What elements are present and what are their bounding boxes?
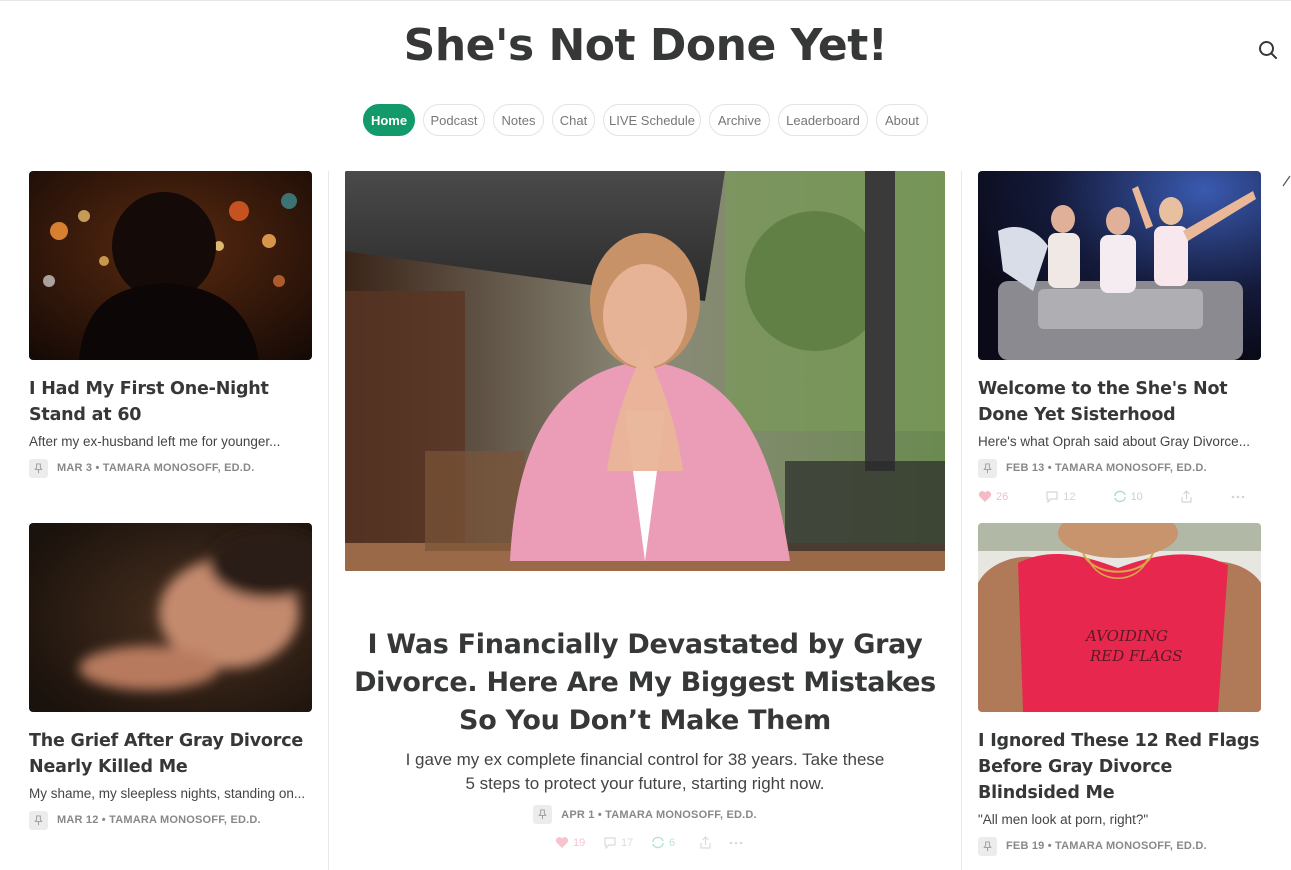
comment-button[interactable]: 12 xyxy=(1045,490,1112,503)
post-title[interactable]: The Grief After Gray Divorce Nearly Kill… xyxy=(29,728,312,780)
pin-icon xyxy=(978,458,997,478)
comment-count: 17 xyxy=(621,836,634,849)
post-card[interactable]: The Grief After Gray Divorce Nearly Kill… xyxy=(29,523,312,830)
like-count: 26 xyxy=(996,490,1009,503)
post-title[interactable]: I Had My First One-Night Stand at 60 xyxy=(29,376,312,428)
post-subtitle: My shame, my sleepless nights, standing … xyxy=(29,786,306,801)
post-thumbnail[interactable] xyxy=(29,171,312,360)
post-date-author: FEB 13 • TAMARA MONOSOFF, ED.D. xyxy=(1006,462,1207,474)
comment-icon xyxy=(604,837,616,849)
featured-actions: 19 17 6 xyxy=(555,836,759,849)
post-meta: FEB 19 • TAMARA MONOSOFF, ED.D. xyxy=(978,836,1261,856)
pin-icon xyxy=(29,458,48,478)
more-button[interactable] xyxy=(1231,495,1261,499)
nav-about[interactable]: About xyxy=(876,104,928,136)
post-card[interactable]: I Had My First One-Night Stand at 60 Aft… xyxy=(29,171,312,478)
main-nav: Home Podcast Notes Chat LIVE Schedule Ar… xyxy=(0,104,1291,136)
shirt-text-line-2: RED FLAGS xyxy=(1089,647,1183,665)
post-title[interactable]: I Ignored These 12 Red Flags Before Gray… xyxy=(978,728,1261,806)
column-divider-right xyxy=(961,171,962,870)
pin-icon xyxy=(29,810,48,830)
more-button[interactable] xyxy=(729,836,759,849)
comment-count: 12 xyxy=(1063,490,1076,503)
post-title[interactable]: Welcome to the She's Not Done Yet Sister… xyxy=(978,376,1261,428)
like-count: 19 xyxy=(573,836,586,849)
post-date-author: FEB 19 • TAMARA MONOSOFF, ED.D. xyxy=(1006,840,1207,852)
shirt-text-line-1: AVOIDING xyxy=(1084,627,1168,645)
post-subtitle: After my ex-husband left me for younger.… xyxy=(29,434,281,449)
post-thumbnail[interactable] xyxy=(29,523,312,712)
post-meta: MAR 12 • TAMARA MONOSOFF, ED.D. xyxy=(29,810,312,830)
post-meta: MAR 3 • TAMARA MONOSOFF, ED.D. xyxy=(29,458,312,478)
like-button[interactable]: 26 xyxy=(978,490,1045,503)
share-button[interactable] xyxy=(699,836,729,849)
post-card[interactable]: Welcome to the She's Not Done Yet Sister… xyxy=(978,171,1261,503)
featured-title[interactable]: I Was Financially Devastated by Gray Div… xyxy=(345,626,945,740)
more-icon xyxy=(1231,495,1245,498)
like-button[interactable]: 19 xyxy=(555,836,603,849)
nav-notes[interactable]: Notes xyxy=(493,104,544,136)
nav-live-schedule[interactable]: LIVE Schedule xyxy=(603,104,701,136)
restack-button[interactable]: 10 xyxy=(1113,490,1180,503)
heart-icon xyxy=(978,491,992,502)
share-button[interactable] xyxy=(1180,490,1231,503)
featured-image[interactable] xyxy=(345,171,945,571)
column-divider-left xyxy=(328,171,329,870)
featured-subtitle: I gave my ex complete financial control … xyxy=(405,750,885,793)
featured-date-author: APR 1 • TAMARA MONOSOFF, ED.D. xyxy=(561,808,757,821)
nav-archive[interactable]: Archive xyxy=(709,104,770,136)
pin-icon xyxy=(533,805,553,824)
post-card[interactable]: AVOIDING RED FLAGS I Ignored These 12 Re… xyxy=(978,523,1261,856)
comment-icon xyxy=(1046,491,1058,503)
featured-meta: APR 1 • TAMARA MONOSOFF, ED.D. xyxy=(345,805,945,824)
nav-leaderboard[interactable]: Leaderboard xyxy=(778,104,868,136)
post-actions: 26 12 10 xyxy=(978,490,1261,503)
heart-icon xyxy=(555,837,569,848)
nav-podcast[interactable]: Podcast xyxy=(423,104,485,136)
post-subtitle: Here's what Oprah said about Gray Divorc… xyxy=(978,434,1250,449)
post-meta: FEB 13 • TAMARA MONOSOFF, ED.D. xyxy=(978,458,1261,478)
post-thumbnail[interactable]: AVOIDING RED FLAGS xyxy=(978,523,1261,712)
site-title[interactable]: She's Not Done Yet! xyxy=(0,20,1291,71)
restack-icon xyxy=(652,836,664,849)
edge-decoration xyxy=(1282,172,1291,188)
nav-home[interactable]: Home xyxy=(363,104,415,136)
share-icon xyxy=(1181,490,1192,503)
post-date-author: MAR 3 • TAMARA MONOSOFF, ED.D. xyxy=(57,462,255,474)
more-icon xyxy=(729,841,743,844)
restack-count: 10 xyxy=(1130,490,1143,503)
pin-icon xyxy=(978,836,997,856)
share-icon xyxy=(700,836,711,849)
restack-icon xyxy=(1113,490,1126,503)
post-thumbnail[interactable] xyxy=(978,171,1261,360)
restack-button[interactable]: 6 xyxy=(651,836,699,849)
comment-button[interactable]: 17 xyxy=(603,836,651,849)
search-icon[interactable] xyxy=(1256,38,1280,62)
post-date-author: MAR 12 • TAMARA MONOSOFF, ED.D. xyxy=(57,814,261,826)
post-subtitle: "All men look at porn, right?" xyxy=(978,812,1149,827)
nav-chat[interactable]: Chat xyxy=(552,104,595,136)
restack-count: 6 xyxy=(669,836,676,849)
top-border xyxy=(0,0,1291,1)
